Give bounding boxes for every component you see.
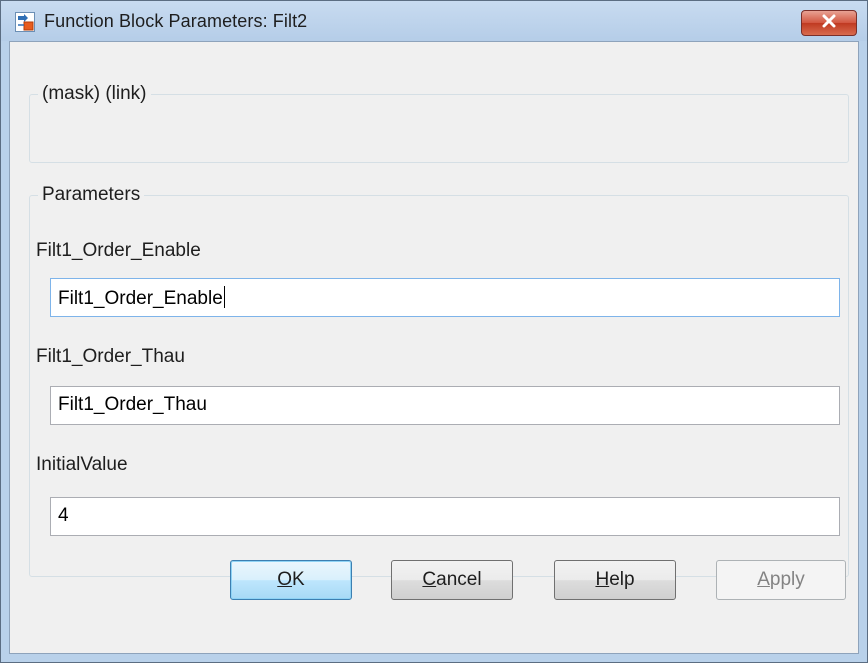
- help-button[interactable]: Help: [554, 560, 676, 600]
- help-mnemonic: H: [595, 569, 610, 590]
- close-icon: [821, 14, 837, 33]
- param-input-filt1-order-thau[interactable]: Filt1_Order_Thau: [50, 386, 840, 425]
- ok-button[interactable]: OK: [230, 560, 352, 600]
- mask-link-legend: (mask) (link): [38, 83, 151, 105]
- param-label-filt1-order-thau: Filt1_Order_Thau: [36, 346, 185, 367]
- ok-label-rest: K: [292, 569, 305, 590]
- param-input-filt1-order-enable[interactable]: Filt1_Order_Enable: [50, 278, 840, 317]
- param-value-filt1-order-thau: Filt1_Order_Thau: [58, 394, 207, 415]
- apply-mnemonic: A: [757, 569, 770, 590]
- parameters-legend: Parameters: [38, 184, 145, 206]
- text-caret: [223, 286, 225, 308]
- cancel-label-rest: ancel: [436, 569, 482, 590]
- param-label-filt1-order-enable: Filt1_Order_Enable: [36, 240, 201, 261]
- help-label-rest: elp: [609, 569, 635, 590]
- simulink-block-icon: [15, 12, 35, 32]
- cancel-button[interactable]: Cancel: [391, 560, 513, 600]
- param-value-filt1-order-enable: Filt1_Order_Enable: [58, 288, 223, 309]
- apply-button[interactable]: Apply: [716, 560, 846, 600]
- param-input-initialvalue[interactable]: 4: [50, 497, 840, 536]
- cancel-mnemonic: C: [422, 569, 437, 590]
- mask-group: (mask) (link): [29, 83, 849, 163]
- title-bar[interactable]: Function Block Parameters: Filt2: [1, 1, 867, 41]
- window-title: Function Block Parameters: Filt2: [44, 11, 308, 31]
- ok-mnemonic: O: [277, 569, 293, 590]
- close-button[interactable]: [801, 10, 857, 36]
- dialog-window: Function Block Parameters: Filt2 (mask) …: [0, 0, 868, 663]
- apply-label-rest: pply: [769, 569, 805, 590]
- param-label-initialvalue: InitialValue: [36, 454, 128, 475]
- param-value-initialvalue: 4: [58, 505, 69, 526]
